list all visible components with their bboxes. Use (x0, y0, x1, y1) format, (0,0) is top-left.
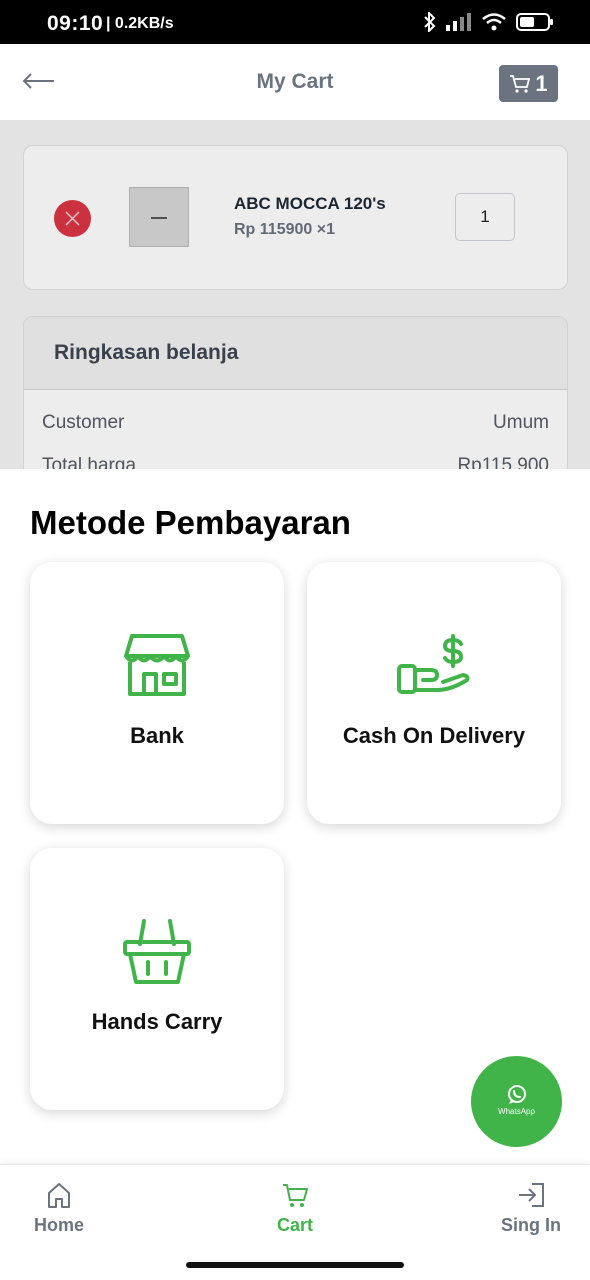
payment-option-hands-carry[interactable]: Hands Carry (30, 848, 284, 1110)
payment-option-label: Bank (130, 723, 184, 748)
bluetooth-icon (424, 12, 436, 32)
cart-icon (283, 1184, 308, 1207)
nav-label-home: Home (33, 1215, 84, 1235)
nav-item-home[interactable]: Home (0, 1181, 119, 1236)
nav-label-sign-in: Sing In (501, 1215, 561, 1235)
nav-item-sign-in[interactable]: Sing In (471, 1181, 590, 1236)
nav-item-cart[interactable]: Cart (235, 1181, 355, 1236)
cart-page-background: ABC MOCCA 120's Rp 115900 ×1 1 Ringkasan… (0, 120, 590, 469)
home-icon (48, 1183, 70, 1208)
basket-icon (123, 919, 191, 984)
payment-option-cod[interactable]: Cash On Delivery (307, 562, 561, 824)
cart-count: 1 (535, 70, 548, 96)
battery-icon (516, 13, 553, 31)
cart-icon (510, 74, 531, 93)
wifi-icon (482, 13, 506, 31)
sheet-title: Metode Pembayaran (30, 504, 351, 541)
payment-option-label: Cash On Delivery (342, 723, 526, 748)
whatsapp-icon (508, 1085, 526, 1104)
status-time: 09:10 (47, 12, 104, 35)
cart-badge-button[interactable]: 1 (499, 65, 558, 102)
whatsapp-label: WhatsApp (498, 1107, 535, 1116)
payment-option-label: Hands Carry (91, 1009, 223, 1034)
status-bar: 09:10 | 0.2KB/s (0, 0, 590, 44)
status-icons (424, 12, 553, 32)
store-icon (124, 634, 190, 696)
signal-icon (446, 13, 471, 31)
whatsapp-button[interactable]: WhatsApp (471, 1056, 562, 1147)
payment-option-bank[interactable]: Bank (30, 562, 284, 824)
modal-backdrop[interactable] (0, 120, 590, 469)
nav-label-cart: Cart (276, 1215, 313, 1235)
home-indicator (186, 1262, 404, 1268)
sign-in-icon (519, 1183, 544, 1207)
status-network-speed: | 0.2KB/s (106, 15, 174, 32)
cash-hand-icon (397, 634, 470, 694)
app-header: My Cart 1 (0, 44, 590, 120)
